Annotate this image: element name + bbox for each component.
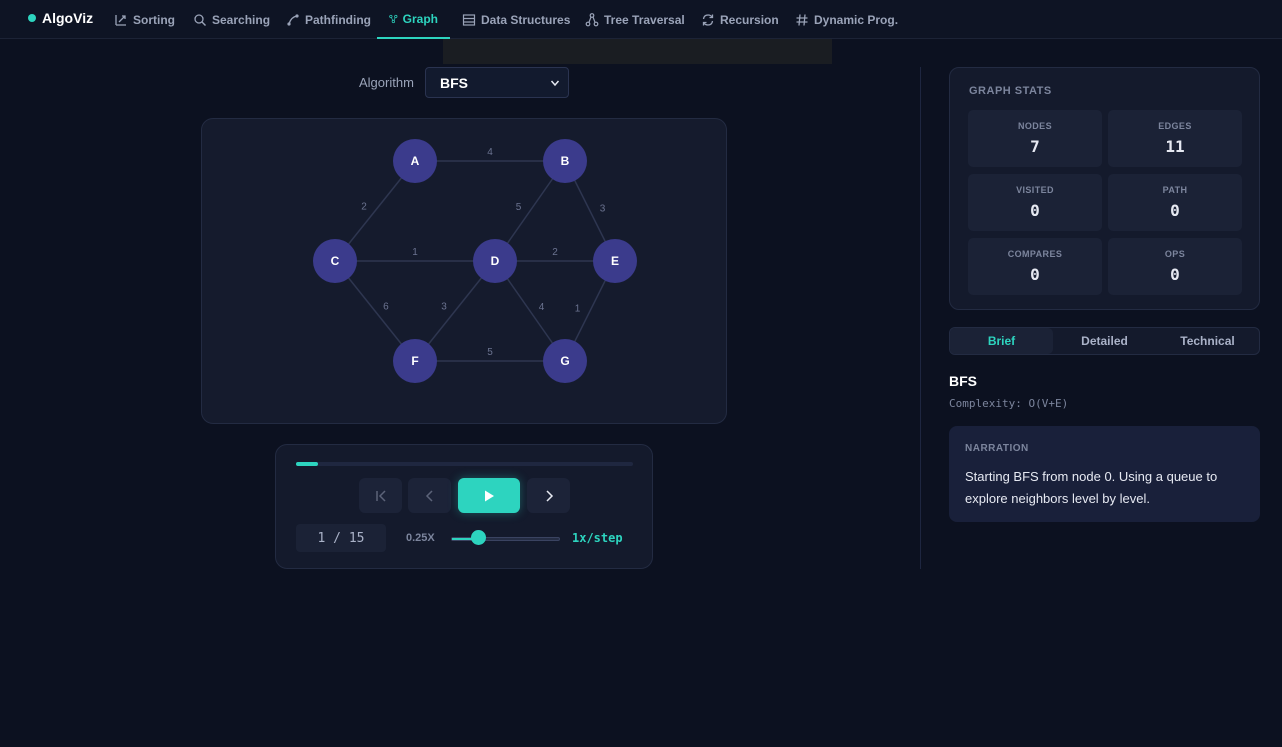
graph-node-label: C [331,254,340,268]
stat-edges: EDGES 11 [1108,110,1242,167]
stat-value: 0 [1170,201,1180,220]
stat-visited: VISITED 0 [968,174,1102,231]
stat-ops: OPS 0 [1108,238,1242,295]
hash-icon [796,13,808,26]
stat-path: PATH 0 [1108,174,1242,231]
stat-label: COMPARES [1007,249,1063,259]
narration-text: Starting BFS from node 0. Using a queue … [965,469,1218,506]
complexity-text: Complexity: O(V+E) [949,397,1069,410]
tab-technical[interactable]: Technical [1156,328,1259,354]
algorithm-name: BFS [949,373,977,389]
playback-controls: 1 / 15 0.25X 1x/step [275,444,653,569]
next-step-button[interactable] [527,478,570,513]
edge-weight-label: 5 [487,347,493,358]
explanation-tabs: Brief Detailed Technical [949,327,1260,355]
stat-label: VISITED [1016,185,1054,195]
stat-value: 0 [1030,201,1040,220]
stat-label: NODES [1017,121,1052,131]
edge-weight-label: 6 [383,301,389,312]
graph-node-label: E [611,254,619,268]
step-counter: 1 / 15 [296,524,386,552]
edge-weight-label: 3 [600,204,606,215]
graph-node-label: A [411,154,420,168]
speed-value-label: 1x/step [572,531,623,545]
stat-value: 7 [1030,137,1040,156]
algorithm-select[interactable]: BFS [425,67,569,98]
algorithm-label: Algorithm [359,75,414,90]
stat-label: EDGES [1158,121,1192,131]
tab-tree-traversal[interactable]: Tree Traversal [585,0,685,39]
brand-dot-icon [28,14,36,22]
path-icon [287,13,299,26]
graph-stats-panel: GRAPH STATS NODES 7 EDGES 11 VISITED 0 P… [949,67,1260,310]
speed-slider-thumb[interactable] [471,530,487,545]
list-icon [462,13,476,26]
stat-value: 11 [1165,137,1185,156]
tab-detailed[interactable]: Detailed [1053,328,1156,354]
graph-svg: 4 2 5 3 1 2 6 3 4 1 5 A B C D E F G [313,139,637,383]
tab-label: Recursion [720,12,779,27]
speed-min-label: 0.25X [406,532,435,544]
stat-label: OPS [1164,249,1186,259]
tab-searching[interactable]: Searching [193,0,270,39]
stat-label: PATH [1162,185,1188,195]
tab-data-structures[interactable]: Data Structures [462,0,570,39]
refresh-icon [702,13,714,26]
stats-title: GRAPH STATS [969,85,1052,97]
chevron-right-icon [545,489,553,502]
tab-pathfinding[interactable]: Pathfinding [286,0,371,39]
progress-bar[interactable] [296,462,633,466]
edge-weight-label: 1 [412,247,418,258]
algorithm-selected-value: BFS [440,74,468,91]
tab-graph[interactable]: Graph [377,0,450,39]
panel-divider [920,67,921,569]
progress-fill [296,462,319,466]
stat-nodes: NODES 7 [968,110,1102,167]
tab-label: Graph [402,11,438,26]
stat-compares: COMPARES 0 [968,238,1102,295]
tab-label: Dynamic Prog. [814,12,899,27]
tab-label: Tree Traversal [604,12,685,27]
tab-brief[interactable]: Brief [950,328,1053,354]
brand-name: AlgoViz [42,10,94,26]
tab-label: Pathfinding [305,12,371,27]
skip-back-icon [375,489,386,502]
stat-value: 0 [1030,265,1040,284]
graph-node-label: F [411,354,418,368]
tab-recursion[interactable]: Recursion [701,0,779,39]
stat-value: 0 [1170,265,1180,284]
brand-logo[interactable]: AlgoViz [28,10,93,26]
play-button[interactable] [458,478,520,513]
top-nav: AlgoViz Sorting Searching Pathfinding Gr… [0,0,1282,39]
first-step-button[interactable] [359,478,402,513]
edge-weight-label: 2 [361,201,367,212]
edge-weight-label: 1 [575,304,581,315]
tab-label: Data Structures [481,12,571,27]
edge-weight-label: 3 [441,301,447,312]
graph-icon [389,14,398,23]
narration-box: NARRATION Starting BFS from node 0. Usin… [949,426,1260,522]
tree-icon [585,12,599,26]
speed-slider[interactable] [451,537,560,541]
graph-node-label: G [560,354,569,368]
chevron-left-icon [425,489,433,502]
narration-title: NARRATION [965,443,1029,454]
top-strip [443,39,832,64]
tab-label: Sorting [133,12,175,27]
tab-label: Searching [212,12,271,27]
prev-step-button[interactable] [408,478,451,513]
graph-node-label: B [561,154,570,168]
edge-weight-label: 4 [487,147,493,158]
play-icon [485,490,494,501]
tab-sorting[interactable]: Sorting [114,0,175,39]
edge-weight-label: 5 [516,202,522,213]
chevron-down-icon [550,80,560,87]
edge-weight-label: 4 [539,302,545,313]
sort-icon [115,14,126,26]
graph-canvas: 4 2 5 3 1 2 6 3 4 1 5 A B C D E F G [201,118,727,424]
search-icon [194,13,206,26]
graph-node-label: D [491,254,500,268]
tab-dynamic-prog[interactable]: Dynamic Prog. [795,0,898,39]
edge-weight-label: 2 [552,247,558,258]
